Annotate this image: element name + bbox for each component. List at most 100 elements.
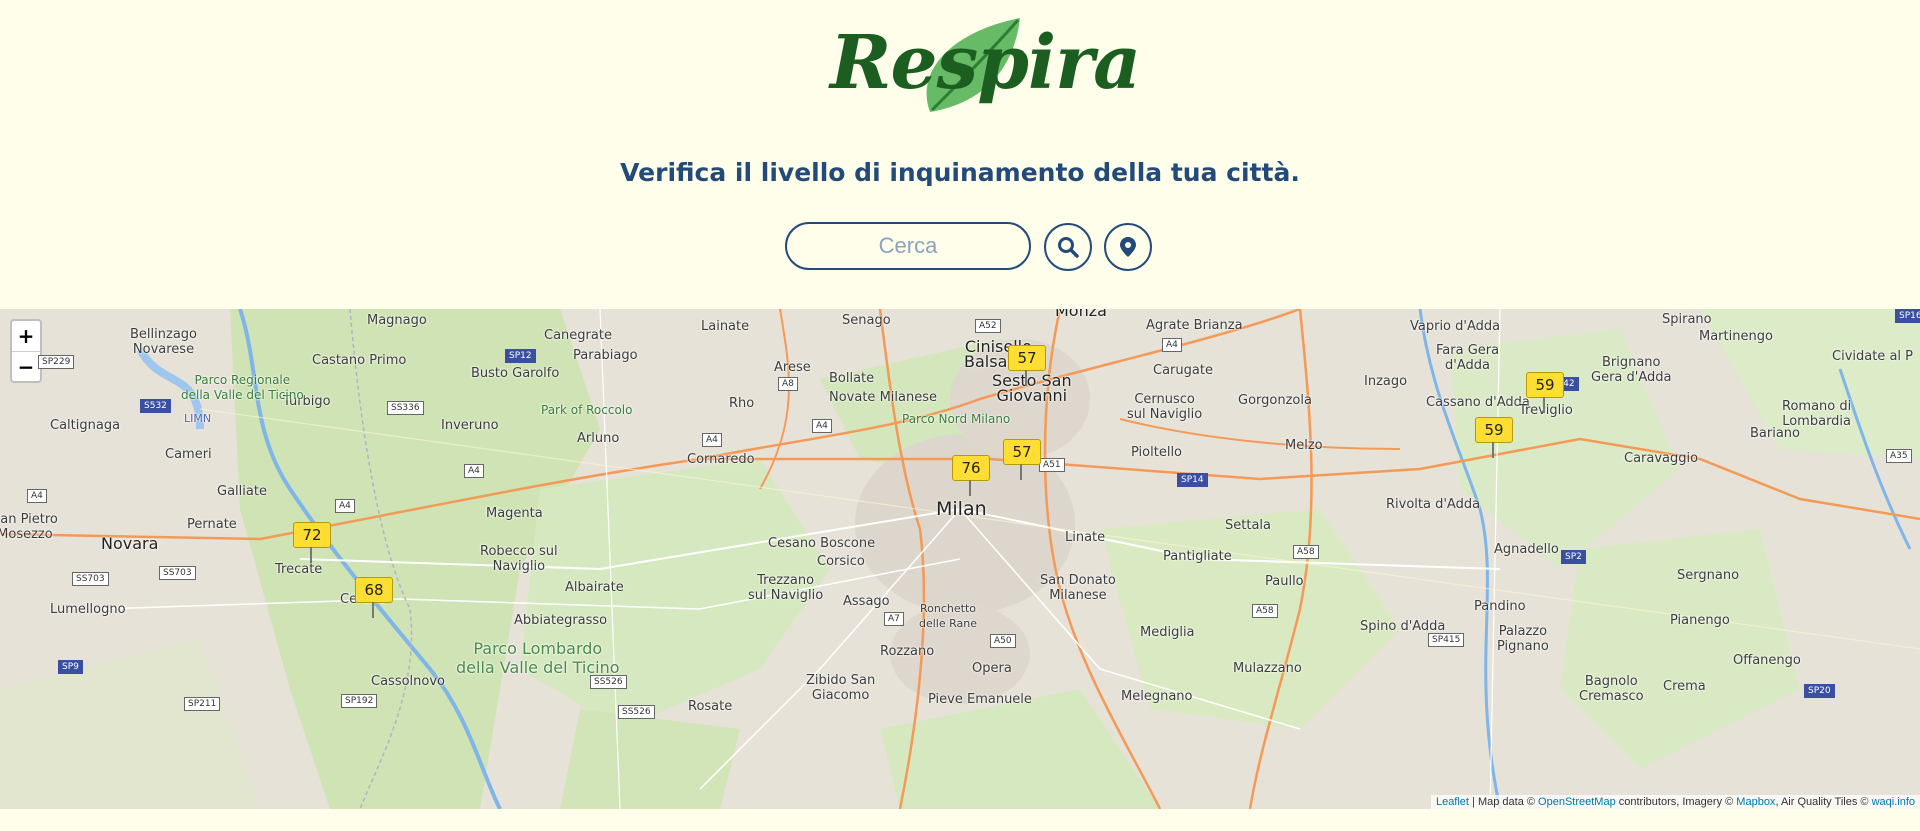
road-shield: SP229 — [38, 355, 75, 369]
place-label: Vaprio d'Adda — [1410, 319, 1501, 334]
road-shield: A8 — [778, 377, 798, 391]
locate-button[interactable] — [1104, 223, 1152, 271]
road-shield: SS526 — [618, 705, 655, 719]
place-label: Albairate — [565, 580, 624, 595]
aqi-marker[interactable]: 59 — [1526, 372, 1564, 413]
place-label: Pernate — [187, 517, 237, 532]
road-shield: SP14 — [1177, 473, 1208, 487]
place-label: Carugate — [1153, 363, 1213, 378]
aqi-value: 68 — [355, 577, 393, 603]
road-shield: SP211 — [184, 697, 221, 711]
place-label: Cassano d'Adda — [1426, 395, 1530, 410]
search-input[interactable] — [785, 222, 1031, 270]
zoom-in-button[interactable]: + — [12, 321, 40, 352]
aqi-marker[interactable]: 57 — [1008, 345, 1046, 386]
place-label: Brignano Gera d'Adda — [1591, 355, 1672, 385]
place-label: Magnago — [367, 313, 427, 328]
place-label: Pieve Emanuele — [928, 692, 1032, 707]
park-label: Parco Lombardo della Valle del Ticino — [456, 639, 620, 677]
search-button[interactable] — [1044, 223, 1092, 271]
road-shield: A50 — [990, 634, 1016, 648]
place-label: Offanengo — [1733, 653, 1801, 668]
road-shield: SS703 — [159, 566, 196, 580]
place-label: Sergnano — [1677, 568, 1740, 583]
place-label: Cernusco sul Naviglio — [1127, 392, 1203, 422]
road-shield: A4 — [812, 419, 832, 433]
mapbox-link[interactable]: Mapbox — [1736, 796, 1775, 808]
place-label: Novara — [101, 534, 159, 553]
road-shield: A4 — [464, 464, 484, 478]
road-shield: S532 — [140, 399, 171, 413]
place-label: Agrate Brianza — [1146, 318, 1243, 333]
place-label: Martinengo — [1699, 329, 1773, 344]
place-label: Settala — [1225, 518, 1271, 533]
road-shield: SP415 — [1428, 633, 1465, 647]
road-shield: A52 — [975, 319, 1001, 333]
place-label: Melzo — [1285, 438, 1323, 453]
place-label: Busto Garolfo — [471, 366, 560, 381]
road-shield: SP2 — [1561, 550, 1586, 564]
leaflet-link[interactable]: Leaflet — [1436, 796, 1469, 808]
place-label: Assago — [843, 594, 890, 609]
osm-link[interactable]: OpenStreetMap — [1538, 796, 1616, 808]
park-label: Park of Roccolo — [541, 403, 633, 417]
road-shield: SS526 — [590, 675, 627, 689]
road-shield: SP192 — [341, 694, 378, 708]
aqi-value: 59 — [1526, 372, 1564, 398]
place-label: Abbiategrasso — [514, 613, 608, 628]
place-label: Rozzano — [880, 644, 935, 659]
place-label: Romano di Lombardia — [1782, 399, 1852, 429]
place-label: Milan — [936, 498, 987, 520]
place-label: Pianengo — [1670, 613, 1730, 628]
place-label: Bagnolo Cremasco — [1579, 674, 1644, 704]
place-label: San Pietro Mosezzo — [0, 512, 58, 542]
road-shield: A58 — [1293, 545, 1319, 559]
place-label: Galliate — [217, 484, 267, 499]
aqi-value: 72 — [293, 522, 331, 548]
place-label: Fara Gera d'Adda — [1436, 343, 1500, 373]
place-label: Cividate al P — [1832, 349, 1913, 364]
place-label: Mulazzano — [1233, 661, 1302, 676]
place-label: Castano Primo — [312, 353, 407, 368]
aqi-marker[interactable]: 57 — [1003, 439, 1041, 480]
place-label: Ronchetto delle Rane — [919, 602, 978, 630]
place-label: San Donato Milanese — [1040, 573, 1116, 603]
tagline: Verifica il livello di inquinamento dell… — [620, 158, 1300, 187]
place-label: Zibido San Giacomo — [806, 673, 876, 703]
place-label: Palazzo Pignano — [1497, 624, 1549, 654]
park-label: Parco Nord Milano — [902, 412, 1011, 426]
place-label: Melegnano — [1121, 689, 1193, 704]
place-label: Senago — [842, 313, 891, 328]
place-label: Corsico — [817, 554, 865, 569]
place-label: Robecco sul Naviglio — [480, 544, 558, 574]
place-label: Arluno — [577, 431, 620, 446]
place-label: Lainate — [701, 319, 750, 334]
aqi-marker[interactable]: 68 — [355, 577, 393, 618]
place-label: Cesano Boscone — [768, 536, 876, 551]
aqi-value: 59 — [1475, 417, 1513, 443]
aqi-marker[interactable]: 72 — [293, 522, 331, 563]
road-shield: A7 — [884, 612, 904, 626]
aqi-marker[interactable]: 59 — [1475, 417, 1513, 458]
place-label: Gorgonzola — [1238, 393, 1312, 408]
attribution-text: | Map data © — [1468, 796, 1539, 808]
place-label: Monza — [1055, 309, 1107, 320]
pollution-map[interactable]: + − Monza Bellinzago Novarese Magnago Ca… — [0, 309, 1920, 809]
place-label: Cornaredo — [687, 452, 755, 467]
aqi-marker[interactable]: 76 — [952, 455, 990, 496]
place-label: Bollate — [829, 371, 875, 386]
place-label: Novate Milanese — [829, 390, 937, 405]
place-label: Cameri — [165, 447, 212, 462]
place-label: Caltignaga — [50, 418, 121, 433]
place-label: Paullo — [1265, 574, 1304, 589]
zoom-out-button[interactable]: − — [12, 352, 40, 382]
map-attribution: Leaflet | Map data © OpenStreetMap contr… — [1430, 795, 1920, 809]
place-label: Caravaggio — [1624, 451, 1699, 466]
road-shield: A4 — [702, 433, 722, 447]
place-label: Arese — [774, 360, 811, 375]
place-label: Pandino — [1474, 599, 1526, 614]
waqi-link[interactable]: waqi.info — [1872, 796, 1915, 808]
attribution-text: , Air Quality Tiles © — [1775, 796, 1872, 808]
road-shield: A51 — [1039, 458, 1065, 472]
place-label: Crema — [1663, 679, 1706, 694]
